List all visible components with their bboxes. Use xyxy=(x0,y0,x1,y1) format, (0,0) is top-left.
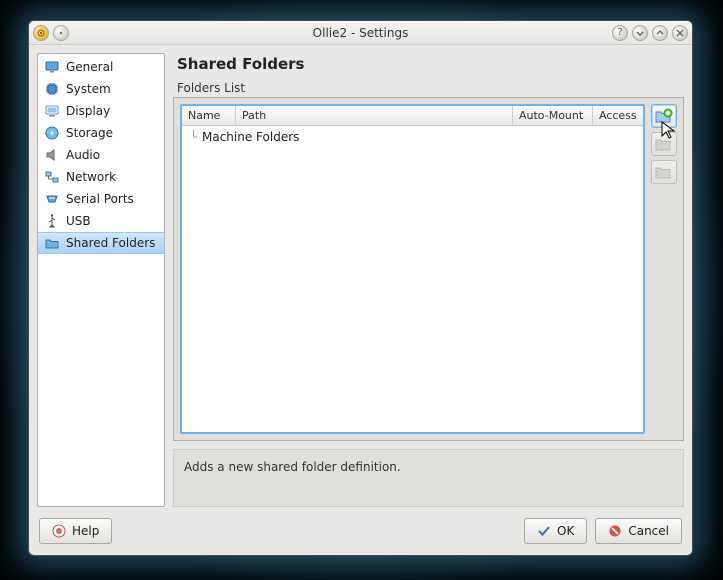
column-name[interactable]: Name xyxy=(182,106,236,125)
monitor-icon xyxy=(44,59,60,75)
sidebar-item-network[interactable]: Network xyxy=(38,166,164,188)
sidebar-item-shared-folders[interactable]: Shared Folders xyxy=(38,232,164,254)
settings-window: Ollie2 - Settings ? General System Displ… xyxy=(28,20,693,556)
sidebar-item-label: Shared Folders xyxy=(66,236,155,250)
remove-shared-folder-button xyxy=(651,160,677,184)
edit-shared-folder-button xyxy=(651,132,677,156)
folders-list-label: Folders List xyxy=(173,81,684,97)
folders-tree-header: Name Path Auto-Mount Access xyxy=(182,106,643,126)
usb-icon xyxy=(44,213,60,229)
sidebar-item-label: System xyxy=(66,82,111,96)
dialog-button-row: Help OK Cancel xyxy=(29,515,692,555)
help-button[interactable]: Help xyxy=(39,518,112,544)
sidebar-item-storage[interactable]: Storage xyxy=(38,122,164,144)
sidebar-item-label: USB xyxy=(66,214,91,228)
column-access[interactable]: Access xyxy=(593,106,643,125)
ok-button[interactable]: OK xyxy=(524,518,587,544)
sidebar-item-system[interactable]: System xyxy=(38,78,164,100)
sidebar-item-label: Serial Ports xyxy=(66,192,134,206)
sidebar-item-label: Display xyxy=(66,104,110,118)
folders-list-frame: Name Path Auto-Mount Access └ Machine Fo… xyxy=(173,97,684,441)
column-auto-mount[interactable]: Auto-Mount xyxy=(513,106,593,125)
page-heading: Shared Folders xyxy=(173,53,684,81)
speaker-icon xyxy=(44,147,60,163)
hint-text: Adds a new shared folder definition. xyxy=(184,460,401,474)
network-icon xyxy=(44,169,60,185)
folder-icon xyxy=(44,235,60,251)
disc-icon xyxy=(44,125,60,141)
sidebar-item-label: General xyxy=(66,60,113,74)
sidebar-item-label: Audio xyxy=(66,148,100,162)
window-title: Ollie2 - Settings xyxy=(29,26,692,40)
tree-root-machine-folders[interactable]: └ Machine Folders xyxy=(182,128,643,146)
serial-icon xyxy=(44,191,60,207)
cancel-icon xyxy=(608,524,622,538)
folders-tree[interactable]: Name Path Auto-Mount Access └ Machine Fo… xyxy=(180,104,645,434)
tree-row-label: Machine Folders xyxy=(202,130,299,144)
add-shared-folder-button[interactable] xyxy=(651,104,677,128)
button-label: Cancel xyxy=(628,524,669,538)
check-icon xyxy=(537,524,551,538)
column-path[interactable]: Path xyxy=(236,106,513,125)
folders-toolbar xyxy=(651,104,677,434)
button-label: Help xyxy=(72,524,99,538)
sidebar-item-general[interactable]: General xyxy=(38,56,164,78)
cancel-button[interactable]: Cancel xyxy=(595,518,682,544)
sidebar-item-serial-ports[interactable]: Serial Ports xyxy=(38,188,164,210)
sidebar-item-label: Storage xyxy=(66,126,113,140)
settings-sidebar: General System Display Storage Audio Net… xyxy=(37,53,165,507)
titlebar: Ollie2 - Settings ? xyxy=(29,21,692,45)
sidebar-item-display[interactable]: Display xyxy=(38,100,164,122)
main-panel: Shared Folders Folders List Name Path Au… xyxy=(173,53,684,507)
tree-branch-icon: └ xyxy=(190,130,202,144)
display-icon xyxy=(44,103,60,119)
sidebar-item-audio[interactable]: Audio xyxy=(38,144,164,166)
chip-icon xyxy=(44,81,60,97)
button-label: OK xyxy=(557,524,574,538)
help-icon xyxy=(52,524,66,538)
hint-box: Adds a new shared folder definition. xyxy=(173,449,684,507)
sidebar-item-usb[interactable]: USB xyxy=(38,210,164,232)
sidebar-item-label: Network xyxy=(66,170,116,184)
